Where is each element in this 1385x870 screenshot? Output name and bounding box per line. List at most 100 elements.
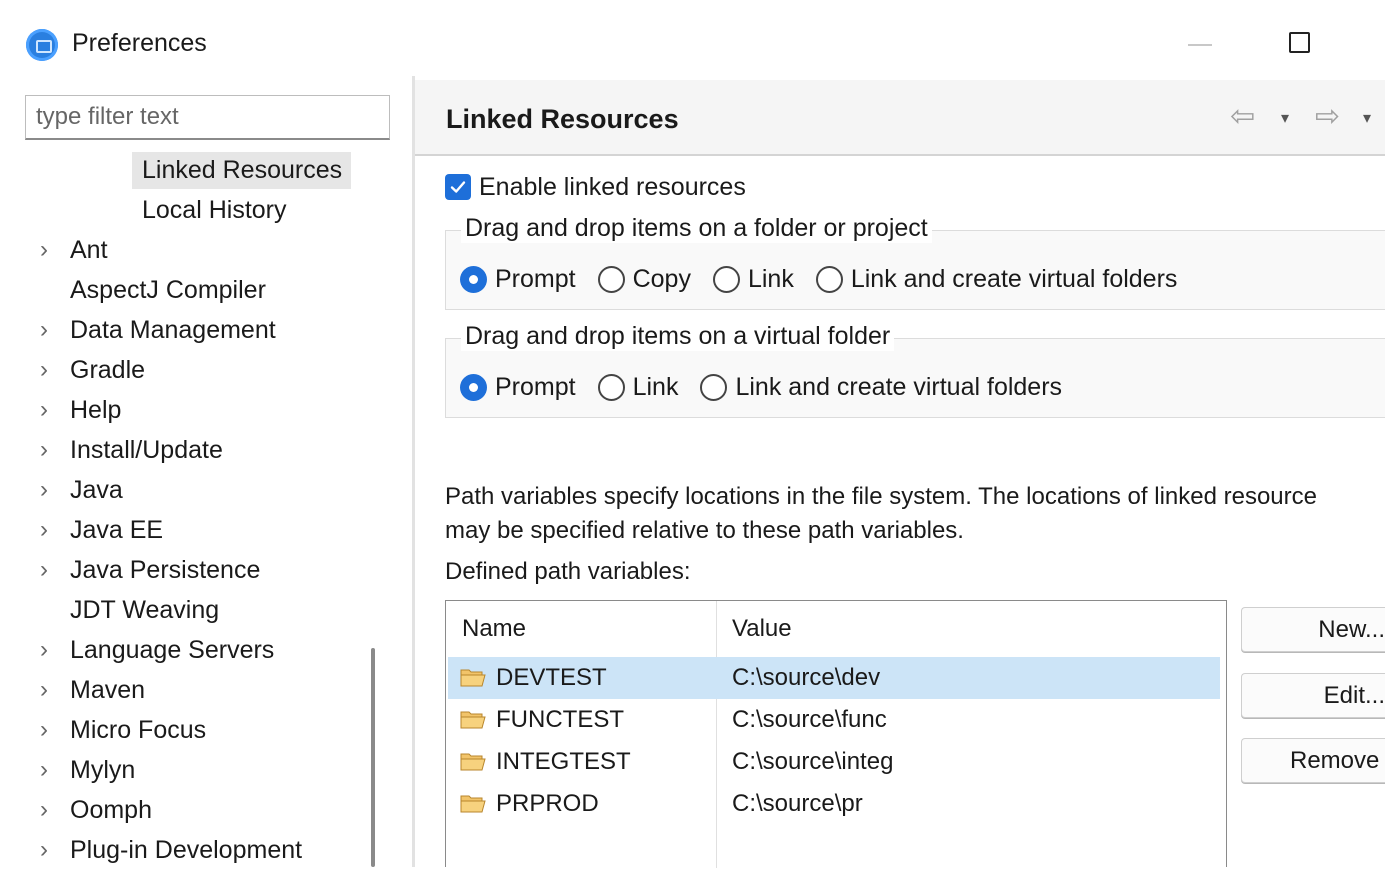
folder-drop-option-radio[interactable]: Link and create virtual folders <box>815 265 1177 294</box>
tree-item[interactable]: › Ant <box>0 230 360 270</box>
virtual-drop-option-label: Link and create virtual folders <box>735 372 1063 401</box>
path-variables-description-line-1: Path variables specify locations in the … <box>445 483 1317 510</box>
radio-unselected-icon[interactable] <box>700 373 728 401</box>
chevron-right-icon[interactable]: › <box>40 750 54 790</box>
radio-unselected-icon[interactable] <box>815 265 843 293</box>
chevron-right-icon[interactable]: › <box>40 430 54 470</box>
open-folder-icon <box>460 669 486 687</box>
chevron-right-icon[interactable]: › <box>40 630 54 670</box>
defined-path-variables-label: Defined path variables: <box>445 558 691 585</box>
column-header-value[interactable]: Value <box>732 615 792 643</box>
preference-tree: Linked Resources Local History › Ant AspectJ… <box>0 150 360 870</box>
tree-item-label: Language Servers <box>70 636 275 664</box>
folder-drop-option-radio[interactable]: Prompt <box>460 265 576 294</box>
table-row[interactable]: PRPROD C:\source\pr <box>448 783 1220 825</box>
tree-item-label: AspectJ Compiler <box>70 276 266 304</box>
chevron-right-icon[interactable]: › <box>40 310 54 350</box>
tree-item-label: Java <box>70 476 123 504</box>
table-row[interactable]: DEVTEST C:\source\dev <box>448 657 1220 699</box>
variable-value-cell: C:\source\pr <box>732 790 863 817</box>
tree-scrollbar-thumb[interactable] <box>371 648 375 867</box>
tree-item-label: Help <box>70 396 122 424</box>
virtual-drop-option-label: Prompt <box>495 372 576 401</box>
radio-unselected-icon[interactable] <box>597 265 625 293</box>
tree-item[interactable]: › Help <box>0 390 360 430</box>
tree-item[interactable]: Linked Resources <box>0 150 360 190</box>
tree-item[interactable]: › Mylyn <box>0 750 360 790</box>
tree-item[interactable]: › Oomph <box>0 790 360 830</box>
column-header-name[interactable]: Name <box>462 615 526 643</box>
back-arrow-icon[interactable]: ⇦ <box>1230 99 1255 134</box>
chevron-right-icon[interactable]: › <box>40 790 54 830</box>
tree-item-label: Java EE <box>70 516 164 544</box>
variable-name-cell: DEVTEST <box>496 664 607 691</box>
checkbox-checked-icon[interactable] <box>445 174 471 200</box>
edit-variable-button[interactable]: Edit... <box>1241 673 1385 718</box>
tree-item[interactable]: Local History <box>0 190 360 230</box>
new-variable-button[interactable]: New... <box>1241 607 1385 652</box>
tree-item[interactable]: › Java Persistence <box>0 550 360 590</box>
virtual-drop-option-radio[interactable]: Prompt <box>460 373 576 402</box>
folder-drop-group-legend: Drag and drop items on a folder or proje… <box>461 214 932 243</box>
enable-linked-resources-checkbox[interactable]: Enable linked resources <box>445 172 746 202</box>
tree-item[interactable]: › Data Management <box>0 310 360 350</box>
chevron-right-icon[interactable]: › <box>40 670 54 710</box>
filter-input[interactable] <box>25 95 390 140</box>
chevron-right-icon[interactable]: › <box>40 830 54 870</box>
tree-item[interactable]: › Java <box>0 470 360 510</box>
tree-item-label: Micro Focus <box>70 716 207 744</box>
chevron-right-icon[interactable]: › <box>40 390 54 430</box>
folder-drop-option-radio[interactable]: Copy <box>597 265 691 294</box>
tree-item-label: Mylyn <box>70 756 136 784</box>
minimize-button[interactable] <box>1188 44 1212 46</box>
tree-item[interactable]: › Maven <box>0 670 360 710</box>
back-history-dropdown-icon[interactable]: ▾ <box>1281 108 1289 128</box>
title-bar: Preferences <box>0 0 1385 80</box>
tree-item[interactable]: › Language Servers <box>0 630 360 670</box>
table-row[interactable]: INTEGTEST C:\source\integ <box>448 741 1220 783</box>
chevron-right-icon[interactable]: › <box>40 230 54 270</box>
tree-item-label: Local History <box>142 196 287 224</box>
variable-value-cell: C:\source\func <box>732 706 887 733</box>
open-folder-icon <box>460 795 486 813</box>
tree-item-label: Linked Resources <box>142 156 343 184</box>
variable-name-cell: PRPROD <box>496 790 599 817</box>
tree-item-label: Gradle <box>70 356 146 384</box>
remove-variable-button[interactable]: Remove <box>1241 738 1385 783</box>
radio-selected-icon[interactable] <box>460 265 487 293</box>
maximize-button[interactable] <box>1289 32 1310 53</box>
forward-arrow-icon[interactable]: ⇨ <box>1315 99 1340 134</box>
folder-drop-option-radio[interactable]: Link <box>712 264 794 294</box>
folder-drop-option-label: Link <box>747 264 794 293</box>
chevron-right-icon[interactable]: › <box>40 470 54 510</box>
tree-item[interactable]: JDT Weaving <box>0 590 360 630</box>
tree-item-label: JDT Weaving <box>70 596 220 624</box>
tree-item[interactable]: › Install/Update <box>0 430 360 470</box>
chevron-right-icon[interactable]: › <box>40 550 54 590</box>
path-variables-description: Path variables specify locations in the … <box>445 480 1385 548</box>
folder-drop-options: Prompt Copy Link Link and create virtual fo… <box>460 264 1199 294</box>
virtual-drop-option-radio[interactable]: Link and create virtual folders <box>700 373 1062 402</box>
path-variables-table[interactable]: Name Value DEVTEST C:\source\dev FUNCTEST C… <box>445 600 1227 868</box>
forward-history-dropdown-icon[interactable]: ▾ <box>1363 108 1371 128</box>
radio-selected-icon[interactable] <box>460 373 487 401</box>
virtual-drop-option-radio[interactable]: Link <box>597 373 678 402</box>
tree-item[interactable]: AspectJ Compiler <box>0 270 360 310</box>
radio-unselected-icon[interactable] <box>712 265 740 293</box>
chevron-right-icon[interactable]: › <box>40 510 54 550</box>
radio-unselected-icon[interactable] <box>597 373 625 401</box>
tree-item-label: Plug-in Development <box>70 836 303 864</box>
variable-value-cell: C:\source\dev <box>732 664 881 691</box>
chevron-right-icon[interactable]: › <box>40 350 54 390</box>
virtual-folder-drop-group-legend: Drag and drop items on a virtual folder <box>461 322 895 351</box>
virtual-folder-drop-group: Drag and drop items on a virtual folder … <box>445 322 1385 418</box>
tree-item-label: Maven <box>70 676 146 704</box>
tree-item[interactable]: › Plug-in Development <box>0 830 360 870</box>
folder-drop-option-label: Prompt <box>495 264 576 293</box>
tree-item[interactable]: › Gradle <box>0 350 360 390</box>
table-row[interactable]: FUNCTEST C:\source\func <box>448 699 1220 741</box>
open-folder-icon <box>460 753 486 771</box>
tree-item[interactable]: › Java EE <box>0 510 360 550</box>
tree-item[interactable]: › Micro Focus <box>0 710 360 750</box>
chevron-right-icon[interactable]: › <box>40 710 54 750</box>
